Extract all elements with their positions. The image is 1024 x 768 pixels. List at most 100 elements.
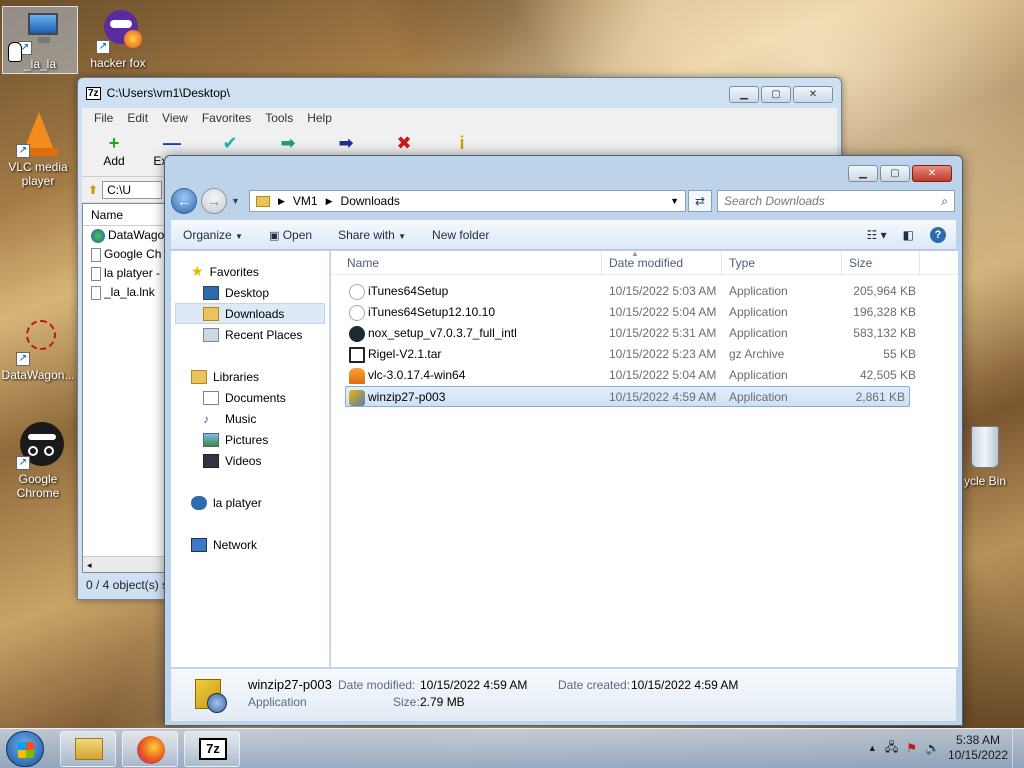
file-row-selected[interactable]: winzip27-p003 10/15/2022 4:59 AM Applica… <box>345 386 910 407</box>
menu-help[interactable]: Help <box>307 111 332 125</box>
hand-cursor-icon <box>8 42 22 62</box>
breadcrumb-downloads[interactable]: Downloads <box>341 194 400 208</box>
desktop-icon-datawagon[interactable]: ↗ DataWagon... <box>0 318 76 382</box>
nav-label: la platyer <box>213 495 262 510</box>
search-input[interactable]: Search Downloads ⌕ <box>717 190 955 212</box>
column-header-name[interactable]: Name <box>83 204 167 226</box>
refresh-button[interactable]: ⇄ <box>688 190 712 212</box>
list-item[interactable]: DataWago <box>83 226 167 245</box>
file-row[interactable]: vlc-3.0.17.4-win64 10/15/2022 5:04 AM Ap… <box>331 365 958 386</box>
list-item[interactable]: la platyer - <box>83 264 167 283</box>
organize-label: Organize <box>183 227 232 242</box>
desktop-icon-vlc[interactable]: ↗ VLC media player <box>0 110 76 188</box>
forward-button[interactable]: → <box>201 188 227 214</box>
column-header-type[interactable]: Type <box>725 256 755 270</box>
history-dropdown-icon[interactable]: ▼ <box>231 196 240 206</box>
firefox-icon <box>137 736 165 764</box>
navigation-pane[interactable]: ★ Favorites Desktop Downloads Recent Plac… <box>171 251 330 667</box>
nav-music[interactable]: ♪ Music <box>171 408 329 429</box>
nav-favorites[interactable]: ★ Favorites <box>171 261 329 282</box>
nav-pictures[interactable]: Pictures <box>171 429 329 450</box>
horizontal-scrollbar[interactable]: ◂ <box>83 556 167 572</box>
desktop-icon-hacker-fox[interactable]: ↗ hacker fox <box>80 6 156 70</box>
nav-desktop[interactable]: Desktop <box>171 282 329 303</box>
nav-label: Videos <box>225 453 262 468</box>
sevenzip-titlebar[interactable]: 7z C:\Users\vm1\Desktop\ <box>78 78 841 108</box>
column-header-date-modified[interactable]: Date modified <box>605 256 683 270</box>
file-name: Google Ch <box>104 247 162 261</box>
close-button[interactable]: ✕ <box>793 86 833 103</box>
nav-downloads[interactable]: Downloads <box>175 303 325 324</box>
desktop-icon-recycle-bin[interactable]: ycle Bin <box>955 424 1015 488</box>
column-header-name[interactable]: Name <box>343 256 379 270</box>
menu-file[interactable]: File <box>94 111 113 125</box>
close-button[interactable]: ✕ <box>912 165 952 182</box>
clock[interactable]: 5:38 AM 10/15/2022 <box>948 733 1008 763</box>
view-options-icon[interactable]: ☷ ▾ <box>867 228 887 242</box>
up-folder-icon[interactable]: ⬆ <box>88 183 98 197</box>
menu-favorites[interactable]: Favorites <box>202 111 251 125</box>
show-desktop-button[interactable] <box>1012 729 1024 768</box>
file-date: 10/15/2022 5:23 AM <box>609 347 717 361</box>
maximize-button[interactable]: ▢ <box>761 86 791 103</box>
nav-videos[interactable]: Videos <box>171 450 329 471</box>
organize-button[interactable]: Organize ▼ <box>183 228 243 242</box>
file-type: Application <box>729 390 788 404</box>
menu-edit[interactable]: Edit <box>127 111 148 125</box>
address-bar[interactable]: ▶ VM1 ▶ Downloads ▼ <box>249 190 686 212</box>
list-item[interactable]: _la_la.lnk <box>83 283 167 302</box>
start-button[interactable] <box>6 731 44 767</box>
explorer-window[interactable]: ▁ ▢ ✕ ← → ▼ ▶ VM1 ▶ Downloads ▼ ⇄ Search… <box>164 155 963 726</box>
minimize-button[interactable]: ▁ <box>848 165 878 182</box>
file-date: 10/15/2022 5:04 AM <box>609 305 717 319</box>
details-date-modified: 10/15/2022 4:59 AM <box>420 678 528 692</box>
open-button[interactable]: ▣ Open <box>269 228 312 242</box>
action-center-icon[interactable]: ⚑ <box>906 741 917 755</box>
sevenzip-file-list[interactable]: Name DataWago Google Ch la platyer - _la… <box>82 203 168 573</box>
menu-view[interactable]: View <box>162 111 188 125</box>
column-separator[interactable] <box>919 251 924 275</box>
chevron-right-icon[interactable]: ▶ <box>326 196 333 207</box>
new-folder-button[interactable]: New folder <box>432 228 489 242</box>
file-name: nox_setup_v7.0.3.7_full_intl <box>368 326 517 341</box>
preview-pane-icon[interactable]: ◧ <box>903 228 914 242</box>
share-with-button[interactable]: Share with ▼ <box>338 228 406 242</box>
help-icon[interactable]: ? <box>930 226 946 243</box>
network-tray-icon[interactable]: 🖧 <box>885 738 898 759</box>
file-row[interactable]: nox_setup_v7.0.3.7_full_intl 10/15/2022 … <box>331 323 958 344</box>
desktop-icon-chrome[interactable]: ↗ Google Chrome <box>0 422 76 500</box>
sevenzip-statusbar: 0 / 4 object(s) s <box>86 578 168 592</box>
desktop-icon-label: hacker fox <box>90 56 146 70</box>
recycle-bin-icon <box>965 424 1005 472</box>
desktop-icon-la-la[interactable]: ↗ _la_la <box>2 6 78 74</box>
nav-libraries[interactable]: Libraries <box>171 366 329 387</box>
nav-documents[interactable]: Documents <box>171 387 329 408</box>
volume-icon[interactable]: 🔈 <box>925 741 940 755</box>
file-row[interactable]: iTunes64Setup12.10.10 10/15/2022 5:04 AM… <box>331 302 958 323</box>
add-button[interactable]: + Add <box>94 132 134 176</box>
taskbar-firefox-button[interactable] <box>122 731 178 767</box>
file-row[interactable]: Rigel-V2.1.tar 10/15/2022 5:23 AM gz Arc… <box>331 344 958 365</box>
sevenzip-address-input[interactable]: C:\U <box>102 180 163 199</box>
file-size: 205,964 KB <box>853 284 916 298</box>
menu-tools[interactable]: Tools <box>265 111 293 125</box>
nav-homegroup[interactable]: la platyer <box>171 492 329 513</box>
taskbar-7zip-button[interactable]: 7z <box>184 731 240 767</box>
chevron-right-icon[interactable]: ▶ <box>278 196 285 207</box>
show-hidden-icons-icon[interactable]: ▲ <box>868 743 877 753</box>
breadcrumb-vm1[interactable]: VM1 <box>293 194 318 208</box>
column-header-size[interactable]: Size <box>845 256 872 270</box>
file-name: DataWago <box>108 228 165 242</box>
maximize-button[interactable]: ▢ <box>880 165 910 182</box>
vlc-cone-icon: ↗ <box>14 110 62 158</box>
file-list-pane[interactable]: Name Date modified Type Size ▲ iTunes64S… <box>331 249 958 667</box>
file-size: 42,505 KB <box>859 368 916 382</box>
minimize-button[interactable]: ▁ <box>729 86 759 103</box>
list-item[interactable]: Google Ch <box>83 245 167 264</box>
nav-network[interactable]: Network <box>171 534 329 555</box>
taskbar-explorer-button[interactable] <box>60 731 116 767</box>
file-row[interactable]: iTunes64Setup 10/15/2022 5:03 AM Applica… <box>331 281 958 302</box>
address-dropdown-icon[interactable]: ▼ <box>670 196 679 206</box>
back-button[interactable]: ← <box>171 188 197 214</box>
nav-recent-places[interactable]: Recent Places <box>171 324 329 345</box>
